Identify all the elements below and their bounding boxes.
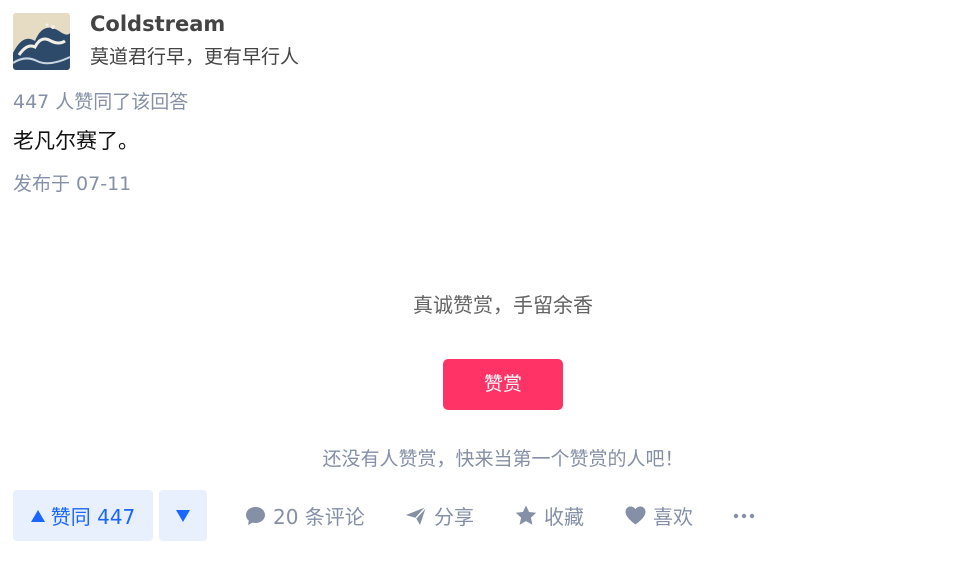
triangle-up-icon [30,509,45,522]
publish-time[interactable]: 发布于 07-11 [13,171,131,197]
comments-button[interactable]: 20 条评论 [245,490,365,541]
reward-slogan: 真诚赞赏，手留余香 [413,293,593,317]
author-name[interactable]: Coldstream [90,10,225,38]
heart-icon [625,506,646,525]
vote-up-button[interactable]: 赞同 447 [13,490,153,541]
star-icon [515,505,537,526]
triangle-down-icon [176,509,190,522]
reward-empty-text: 还没有人赞赏，快来当第一个赞赏的人吧！ [322,448,684,470]
author-bio: 莫道君行早，更有早行人 [90,46,300,68]
comment-bubble-icon [245,506,266,526]
paper-plane-icon [405,505,427,526]
like-label: 喜欢 [653,505,693,529]
like-button[interactable]: 喜欢 [625,490,693,541]
reward-button[interactable]: 赞赏 [443,359,563,410]
comments-label: 20 条评论 [273,505,365,529]
share-button[interactable]: 分享 [405,490,474,541]
avatar[interactable] [13,13,70,70]
more-button[interactable] [733,490,755,541]
answer-content: 老凡尔赛了。 [13,129,139,153]
more-dots-icon [733,513,755,519]
vote-summary: 447 人赞同了该回答 [13,91,189,113]
favorite-label: 收藏 [544,505,584,529]
vote-down-button[interactable] [159,490,207,541]
vote-up-label: 赞同 447 [50,505,136,529]
share-label: 分享 [434,505,474,529]
favorite-button[interactable]: 收藏 [515,490,584,541]
